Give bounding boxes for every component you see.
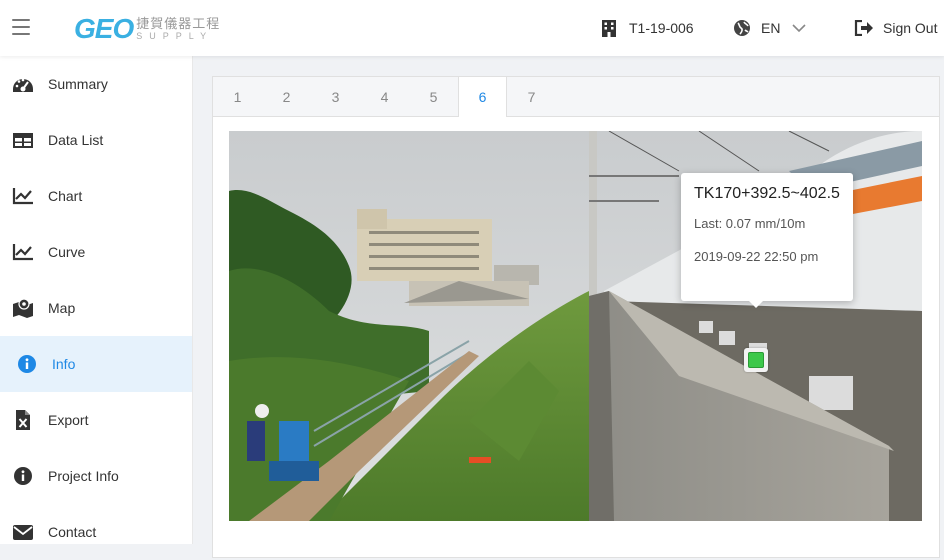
- sign-out-icon: [854, 20, 873, 36]
- hamburger-menu-icon[interactable]: [12, 19, 30, 35]
- sidebar-item-chart[interactable]: Chart: [0, 168, 192, 224]
- gauge-icon: [13, 78, 33, 92]
- logo[interactable]: GEO 捷賀儀器工程 SUPPLY: [74, 14, 220, 44]
- tab-3[interactable]: 3: [311, 77, 360, 116]
- sidebar-item-project-info[interactable]: Project Info: [0, 448, 192, 504]
- sidebar-item-export[interactable]: Export: [0, 392, 192, 448]
- tab-2[interactable]: 2: [262, 77, 311, 116]
- tab-1[interactable]: 1: [213, 77, 262, 116]
- building-icon: [602, 20, 616, 37]
- sidebar-item-label: Export: [48, 412, 89, 428]
- sensor-info-popup: TK170+392.5~402.5 Last: 0.07 mm/10m 2019…: [681, 173, 853, 308]
- tab-7[interactable]: 7: [507, 77, 556, 116]
- sensor-marker[interactable]: [744, 348, 768, 372]
- sidebar-item-data-list[interactable]: Data List: [0, 112, 192, 168]
- table-icon: [13, 133, 33, 148]
- envelope-icon: [13, 525, 33, 540]
- project-code: T1-19-006: [629, 20, 694, 36]
- language-label: EN: [761, 20, 781, 36]
- sidebar-item-label: Contact: [48, 524, 97, 540]
- sidebar-item-map[interactable]: Map: [0, 280, 192, 336]
- excel-file-icon: [16, 410, 30, 430]
- line-chart-icon: [12, 188, 33, 205]
- sign-out-label: Sign Out: [883, 20, 938, 36]
- logo-mark: GEO: [74, 13, 134, 44]
- sidebar-item-curve[interactable]: Curve: [0, 224, 192, 280]
- tab-6[interactable]: 6: [458, 77, 507, 117]
- info-icon: [18, 355, 36, 373]
- info-icon: [14, 467, 32, 485]
- chevron-down-icon: [792, 24, 807, 33]
- sidebar-item-label: Info: [52, 356, 76, 372]
- sidebar-item-label: Curve: [48, 244, 86, 260]
- sidebar-item-label: Data List: [48, 132, 104, 148]
- tab-4[interactable]: 4: [360, 77, 409, 116]
- sidebar-item-info[interactable]: Info: [0, 336, 192, 392]
- sidebar-item-contact[interactable]: Contact: [0, 504, 192, 560]
- globe-icon: [734, 20, 750, 36]
- line-chart-icon: [12, 244, 33, 261]
- sidebar-item-label: Summary: [48, 76, 108, 92]
- tab-5[interactable]: 5: [409, 77, 458, 116]
- sidebar-item-label: Map: [48, 300, 76, 316]
- sidebar-item-label: Project Info: [48, 468, 119, 484]
- logo-chinese-text: 捷賀儀器工程: [136, 16, 221, 31]
- logo-english-text: SUPPLY: [136, 31, 214, 41]
- top-header: GEO 捷賀儀器工程 SUPPLY T1-19-006 EN Sign Out: [0, 0, 944, 56]
- popup-title: TK170+392.5~402.5: [694, 185, 840, 202]
- sign-out-button[interactable]: Sign Out: [854, 0, 937, 56]
- sidebar-item-label: Chart: [48, 188, 83, 204]
- popup-last-reading: Last: 0.07 mm/10m: [694, 216, 806, 231]
- sidebar-nav: Summary Data List Chart Curve Map Info E…: [0, 56, 193, 544]
- project-selector[interactable]: T1-19-006: [600, 0, 694, 56]
- map-icon: [13, 298, 33, 318]
- language-selector[interactable]: EN: [733, 0, 807, 56]
- sidebar-item-summary[interactable]: Summary: [0, 56, 192, 112]
- status-indicator: [748, 352, 764, 368]
- popup-timestamp: 2019-09-22 22:50 pm: [694, 249, 819, 264]
- photo-tabs: 1 2 3 4 5 6 7: [213, 77, 939, 117]
